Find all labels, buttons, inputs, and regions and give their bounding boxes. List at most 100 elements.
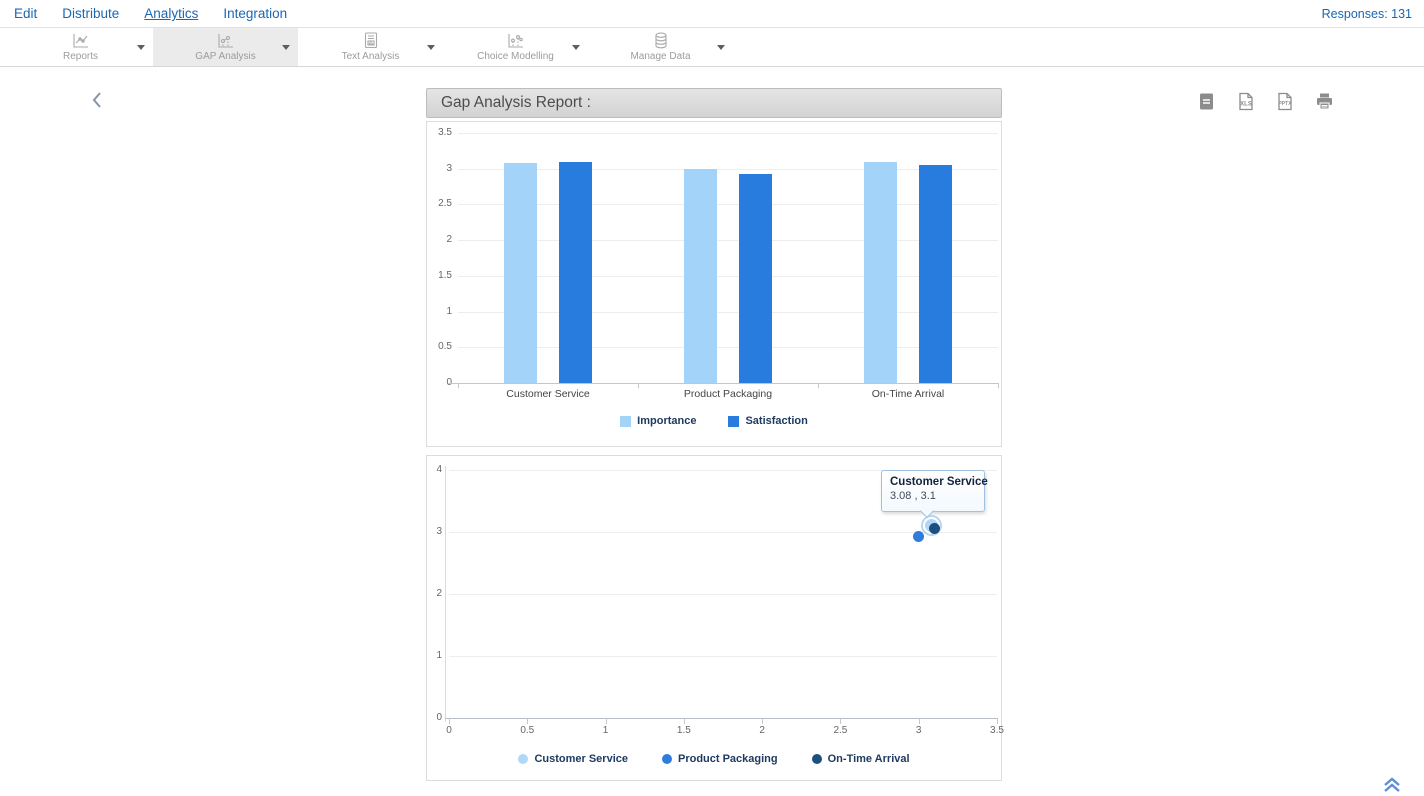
export-doc-icon[interactable]: [1198, 92, 1217, 111]
y-axis-tick-label: 1: [427, 306, 452, 317]
legend-item-on-time-arrival[interactable]: On-Time Arrival: [812, 753, 910, 765]
legend-label: On-Time Arrival: [828, 753, 910, 765]
back-chevron-icon[interactable]: [90, 90, 108, 110]
nav-item-edit[interactable]: Edit: [14, 6, 37, 21]
legend-item-satisfaction[interactable]: Satisfaction: [728, 415, 807, 427]
x-axis-tick-label: 0.5: [512, 725, 542, 736]
bar-importance-0[interactable]: [504, 163, 537, 383]
axis-tick: [998, 383, 999, 388]
scatter-chart-icon: [507, 32, 525, 49]
tooltip-title: Customer Service: [890, 476, 976, 488]
tab-label: Reports: [63, 51, 98, 62]
axis-tick: [919, 718, 920, 724]
database-icon: [653, 32, 669, 49]
bar-chart-legend: Importance Satisfaction: [427, 415, 1001, 427]
x-axis-tick-label: 3.5: [982, 725, 1012, 736]
tab-manage-data[interactable]: Manage Data: [588, 28, 733, 66]
legend-swatch: [620, 416, 631, 427]
svg-text:XLS: XLS: [1240, 102, 1252, 108]
scatter-chart-plot: Customer Service 3.08 , 3.1 0123400.511.…: [427, 456, 1001, 780]
category-label: On-Time Arrival: [823, 388, 993, 400]
export-xls-icon[interactable]: XLS: [1237, 92, 1256, 111]
document-chart-icon: [363, 32, 379, 49]
nav-item-integration[interactable]: Integration: [223, 6, 287, 21]
responses-count[interactable]: Responses: 131: [1322, 7, 1412, 21]
y-axis-tick-label: 3: [427, 526, 442, 537]
tab-gap-analysis[interactable]: GAP Analysis: [153, 28, 298, 66]
y-axis-tick-label: 3: [427, 163, 452, 174]
gridline: [458, 240, 998, 241]
print-icon[interactable]: [1315, 92, 1334, 111]
legend-label: Product Packaging: [678, 753, 778, 765]
report-header-bar: Gap Analysis Report :: [426, 88, 1002, 118]
legend-label: Satisfaction: [745, 415, 807, 427]
legend-swatch: [812, 754, 822, 764]
gridline: [458, 133, 998, 134]
axis-tick: [606, 718, 607, 724]
chevron-down-icon[interactable]: [427, 45, 435, 50]
top-nav: Edit Distribute Analytics Integration Re…: [0, 0, 1424, 28]
axis-tick: [818, 383, 819, 388]
tab-label: GAP Analysis: [195, 51, 255, 62]
chevron-down-icon[interactable]: [572, 45, 580, 50]
axis-tick: [458, 383, 459, 388]
chevron-down-icon[interactable]: [717, 45, 725, 50]
chevron-down-icon[interactable]: [282, 45, 290, 50]
tab-label: Choice Modelling: [477, 51, 554, 62]
scroll-to-top-icon[interactable]: [1382, 774, 1404, 796]
y-axis-line: [445, 466, 446, 722]
x-axis-tick-label: 2: [747, 725, 777, 736]
axis-tick: [449, 718, 450, 724]
bar-chart-panel: 00.511.522.533.5Customer ServiceProduct …: [426, 121, 1002, 447]
point-tooltip: Customer Service 3.08 , 3.1: [881, 470, 985, 512]
scatter-chart-panel: Customer Service 3.08 , 3.1 0123400.511.…: [426, 455, 1002, 781]
gridline: [458, 204, 998, 205]
y-axis-tick-label: 1: [427, 650, 442, 661]
x-axis-tick-label: 2.5: [825, 725, 855, 736]
gridline: [458, 276, 998, 277]
bar-satisfaction-0[interactable]: [559, 162, 592, 383]
gridline: [449, 656, 997, 657]
bar-chart-plot: 00.511.522.533.5Customer ServiceProduct …: [427, 122, 1001, 446]
bar-satisfaction-1[interactable]: [739, 174, 772, 383]
chevron-down-icon[interactable]: [137, 45, 145, 50]
nav-item-analytics[interactable]: Analytics: [144, 6, 198, 21]
export-pptx-icon[interactable]: PPTX: [1276, 92, 1295, 111]
gridline: [458, 312, 998, 313]
category-label: Product Packaging: [643, 388, 813, 400]
y-axis-tick-label: 4: [427, 464, 442, 475]
legend-item-product-packaging[interactable]: Product Packaging: [662, 753, 778, 765]
scatter-chart-legend: Customer Service Product Packaging On-Time…: [427, 753, 1001, 765]
gap-analysis-page: Edit Distribute Analytics Integration Re…: [0, 0, 1424, 796]
bar-importance-2[interactable]: [864, 162, 897, 383]
legend-swatch: [728, 416, 739, 427]
bar-satisfaction-2[interactable]: [919, 165, 952, 383]
line-chart-icon: [72, 32, 90, 49]
y-axis-tick-label: 2: [427, 234, 452, 245]
category-label: Customer Service: [463, 388, 633, 400]
tooltip-value: 3.08 , 3.1: [890, 490, 976, 502]
tab-reports[interactable]: Reports: [8, 28, 153, 66]
nav-item-distribute[interactable]: Distribute: [62, 6, 119, 21]
y-axis-tick-label: 0: [427, 712, 442, 723]
tab-choice-modelling[interactable]: Choice Modelling: [443, 28, 588, 66]
legend-item-importance[interactable]: Importance: [620, 415, 696, 427]
y-axis-tick-label: 0.5: [427, 341, 452, 352]
axis-tick: [997, 718, 998, 724]
x-axis-tick-label: 0: [434, 725, 464, 736]
y-axis-tick-label: 2.5: [427, 198, 452, 209]
scatter-point-product-packaging[interactable]: [913, 531, 924, 542]
legend-item-customer-service[interactable]: Customer Service: [518, 753, 628, 765]
tab-label: Text Analysis: [342, 51, 400, 62]
tab-text-analysis[interactable]: Text Analysis: [298, 28, 443, 66]
analytics-toolbar: Reports GAP Analysis Text Analysis Choic…: [0, 28, 1424, 67]
tab-label: Manage Data: [630, 51, 690, 62]
gridline: [449, 594, 997, 595]
legend-swatch: [662, 754, 672, 764]
bar-importance-1[interactable]: [684, 169, 717, 383]
x-axis-tick-label: 1: [591, 725, 621, 736]
y-axis-tick-label: 1.5: [427, 270, 452, 281]
axis-tick: [527, 718, 528, 724]
export-toolbar: XLS PPTX: [1198, 92, 1334, 111]
y-axis-tick-label: 3.5: [427, 127, 452, 138]
